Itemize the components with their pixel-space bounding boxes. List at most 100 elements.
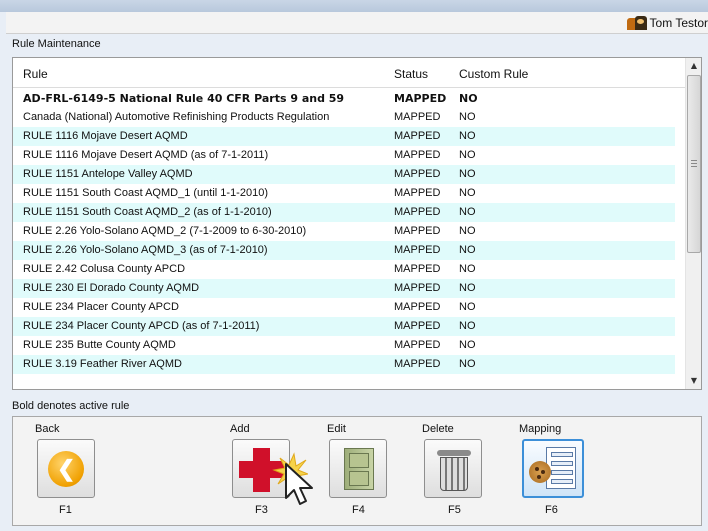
column-header-custom-rule[interactable]: Custom Rule [459,67,528,81]
mapping-shortcut: F6 [545,504,558,516]
scroll-down-arrow-icon[interactable]: ▼ [686,373,701,389]
custom-rule-cell: NO [459,111,476,123]
custom-rule-cell: NO [459,244,476,256]
status-cell: MAPPED [394,301,441,313]
back-button[interactable]: ❮ [37,439,95,498]
back-shortcut: F1 [59,504,72,516]
legend-note: Bold denotes active rule [12,400,130,412]
table-row[interactable]: AD-FRL-6149-5 National Rule 40 CFR Parts… [13,89,675,108]
current-user[interactable]: Tom Testor [626,15,708,31]
status-cell: MAPPED [394,244,441,256]
mapping-item: Mapping F6 [511,417,601,525]
custom-rule-cell: NO [459,320,476,332]
cookie-icon [529,461,551,483]
rule-cell: AD-FRL-6149-5 National Rule 40 CFR Parts… [23,92,345,105]
back-item: Back ❮ F1 [23,417,95,525]
status-cell: MAPPED [394,320,441,332]
status-cell: MAPPED [394,168,441,180]
delete-item: Delete F5 [413,417,493,525]
custom-rule-cell: NO [459,92,478,105]
file-cabinet-icon [344,448,374,490]
custom-rule-cell: NO [459,130,476,142]
scroll-thumb[interactable] [687,75,701,253]
custom-rule-cell: NO [459,206,476,218]
rule-cell: RULE 1151 South Coast AQMD_2 (as of 1-1-… [23,206,272,218]
custom-rule-cell: NO [459,339,476,351]
add-label: Add [230,423,250,435]
table-row[interactable]: RULE 1116 Mojave Desert AQMD MAPPED NO [13,127,675,146]
rule-cell: RULE 230 El Dorado County AQMD [23,282,200,294]
table-row[interactable]: RULE 2.26 Yolo-Solano AQMD_3 (as of 7-1-… [13,241,675,260]
user-name: Tom Testor [649,16,708,30]
rule-cell: RULE 234 Placer County APCD [23,301,179,313]
table-row[interactable]: RULE 1151 Antelope Valley AQMD MAPPED NO [13,165,675,184]
rule-cell: RULE 3.19 Feather River AQMD [23,358,182,370]
trash-can-icon [437,450,471,456]
status-cell: MAPPED [394,339,441,351]
table-row[interactable]: RULE 2.26 Yolo-Solano AQMD_2 (7-1-2009 t… [13,222,675,241]
status-cell: MAPPED [394,111,441,123]
column-header-status[interactable]: Status [394,67,428,81]
user-group-icon [626,16,647,30]
user-bar: Tom Testor [6,12,708,34]
rule-cell: Canada (National) Automotive Refinishing… [23,111,330,123]
custom-rule-cell: NO [459,282,476,294]
rule-cell: RULE 234 Placer County APCD (as of 7-1-2… [23,320,260,332]
rules-grid[interactable]: Rule Status Custom Rule AD-FRL-6149-5 Na… [12,57,702,390]
mapping-button[interactable] [522,439,584,498]
status-cell: MAPPED [394,263,441,275]
rule-cell: RULE 2.42 Colusa County APCD [23,263,186,275]
custom-rule-cell: NO [459,358,476,370]
table-row[interactable]: RULE 3.19 Feather River AQMD MAPPED NO [13,355,675,374]
table-row[interactable]: RULE 234 Placer County APCD (as of 7-1-2… [13,317,675,336]
mapping-label: Mapping [519,423,562,435]
status-cell: MAPPED [394,282,441,294]
table-row[interactable]: RULE 1151 South Coast AQMD_1 (until 1-1-… [13,184,675,203]
rule-cell: RULE 1116 Mojave Desert AQMD [23,130,188,142]
rule-cell: RULE 1151 South Coast AQMD_1 (until 1-1-… [23,187,268,199]
window-title-bar [0,0,708,12]
rule-cell: RULE 2.26 Yolo-Solano AQMD_2 (7-1-2009 t… [23,225,307,237]
delete-button[interactable] [424,439,482,498]
delete-shortcut: F5 [448,504,461,516]
table-row[interactable]: RULE 1151 South Coast AQMD_2 (as of 1-1-… [13,203,675,222]
grid-header: Rule Status Custom Rule [13,58,686,88]
edit-shortcut: F4 [352,504,365,516]
status-cell: MAPPED [394,130,441,142]
section-title: Rule Maintenance [12,38,101,50]
custom-rule-cell: NO [459,187,476,199]
status-cell: MAPPED [394,206,441,218]
table-row[interactable]: RULE 230 El Dorado County AQMD MAPPED NO [13,279,675,298]
status-cell: MAPPED [394,225,441,237]
status-cell: MAPPED [394,149,441,161]
table-row[interactable]: RULE 2.42 Colusa County APCD MAPPED NO [13,260,675,279]
column-header-rule[interactable]: Rule [23,67,48,81]
status-cell: MAPPED [394,358,441,370]
mouse-pointer-icon [285,463,313,505]
table-row[interactable]: Canada (National) Automotive Refinishing… [13,108,675,127]
grid-rows: AD-FRL-6149-5 National Rule 40 CFR Parts… [13,89,686,374]
custom-rule-cell: NO [459,168,476,180]
back-label: Back [35,423,60,435]
rule-cell: RULE 2.26 Yolo-Solano AQMD_3 (as of 7-1-… [23,244,268,256]
edit-button[interactable] [329,439,387,498]
delete-label: Delete [422,423,454,435]
rule-cell: RULE 235 Butte County AQMD [23,339,176,351]
table-row[interactable]: RULE 1116 Mojave Desert AQMD (as of 7-1-… [13,146,675,165]
status-cell: MAPPED [394,187,441,199]
action-toolbar: Back ❮ F1 Add F3 Edit F4 Delete F5 Mappi… [12,416,702,526]
custom-rule-cell: NO [459,263,476,275]
edit-item: Edit F4 [313,417,393,525]
rule-cell: RULE 1151 Antelope Valley AQMD [23,168,193,180]
status-cell: MAPPED [394,92,447,105]
rule-cell: RULE 1116 Mojave Desert AQMD (as of 7-1-… [23,149,269,161]
table-row[interactable]: RULE 235 Butte County AQMD MAPPED NO [13,336,675,355]
custom-rule-cell: NO [459,225,476,237]
scroll-up-arrow-icon[interactable]: ▲ [686,58,701,74]
custom-rule-cell: NO [459,149,476,161]
add-shortcut: F3 [255,504,268,516]
table-row[interactable]: RULE 234 Placer County APCD MAPPED NO [13,298,675,317]
vertical-scrollbar[interactable]: ▲ ▼ [685,58,701,389]
edit-label: Edit [327,423,346,435]
custom-rule-cell: NO [459,301,476,313]
